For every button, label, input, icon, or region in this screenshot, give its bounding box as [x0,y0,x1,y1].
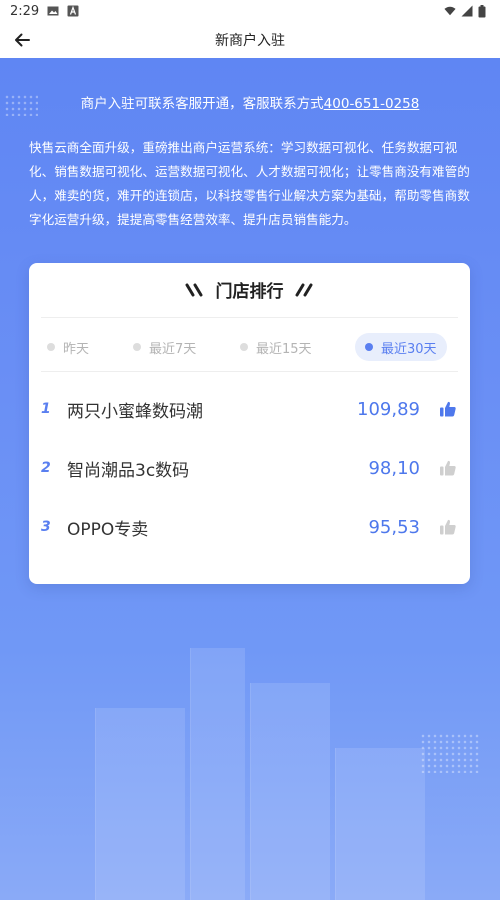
signal-icon [461,5,473,17]
image-icon [47,5,59,17]
tab-dot-icon [133,343,141,351]
ranking-row[interactable]: 3 OPPO专卖 95,53 [41,507,458,547]
tab-label: 最近7天 [149,341,197,357]
ranking-row[interactable]: 2 智尚潮品3c数码 98,10 [41,448,458,488]
contact-line: 商户入驻可联系客服开通，客服联系方式400-651-0258 [0,92,500,112]
tab-dot-icon [240,343,248,351]
ranking-row[interactable]: 1 两只小蜜蜂数码潮 109,89 [41,389,458,429]
decor-building [190,648,245,900]
store-ranking-card: 门店排行 昨天 最近7天 最近15天 最近30天 1 两只小蜜蜂数码潮 109,… [29,263,470,584]
status-bar: 2:29 [0,0,500,22]
battery-icon [478,5,490,18]
rank-number: 3 [41,519,51,535]
tab-last-30-days[interactable]: 最近30天 [355,333,447,361]
decor-building [335,748,425,900]
store-score: 98,10 [368,457,420,479]
page-title: 新商户入驻 [215,33,285,49]
rank-number: 2 [41,460,51,476]
tab-label: 最近15天 [256,341,312,357]
store-score: 95,53 [368,516,420,538]
thumbs-up-icon[interactable] [438,517,458,537]
back-arrow-icon [15,33,30,47]
back-button[interactable] [8,26,36,54]
double-slash-left-icon [184,283,206,297]
decor-dots [420,733,480,773]
card-header: 门店排行 [29,277,470,302]
store-name: 两只小蜜蜂数码潮 [67,401,203,422]
hero-background: 商户入驻可联系客服开通，客服联系方式400-651-0258 快售云商全面升级，… [0,58,500,900]
divider [41,371,458,372]
divider [41,317,458,318]
thumbs-up-icon[interactable] [438,458,458,478]
tab-last-7-days[interactable]: 最近7天 [133,333,196,361]
tab-dot-icon [47,343,55,351]
period-tabs: 昨天 最近7天 最近15天 最近30天 [41,333,458,363]
tab-label: 最近30天 [381,341,437,357]
tab-dot-icon [365,343,373,351]
tab-yesterday[interactable]: 昨天 [47,333,89,361]
tab-label: 昨天 [63,341,90,357]
contact-phone-link[interactable]: 400-651-0258 [324,96,420,112]
decor-building [250,683,330,900]
card-title: 门店排行 [215,282,284,302]
double-slash-right-icon [294,283,316,297]
status-time: 2:29 [10,3,40,19]
intro-paragraph: 快售云商全面升级，重磅推出商户运营系统：学习数据可视化、任务数据可视化、销售数据… [29,140,470,227]
thumbs-up-active-icon[interactable] [438,399,458,419]
wifi-icon [444,5,456,17]
tab-last-15-days[interactable]: 最近15天 [240,333,312,361]
store-name: 智尚潮品3c数码 [67,460,190,481]
decor-building [95,708,185,900]
store-score: 109,89 [357,398,420,420]
store-name: OPPO专卖 [67,519,149,540]
contact-text: 商户入驻可联系客服开通，客服联系方式 [80,96,324,112]
rank-number: 1 [41,401,51,417]
font-icon [67,5,79,17]
app-bar: 新商户入驻 [0,22,500,58]
